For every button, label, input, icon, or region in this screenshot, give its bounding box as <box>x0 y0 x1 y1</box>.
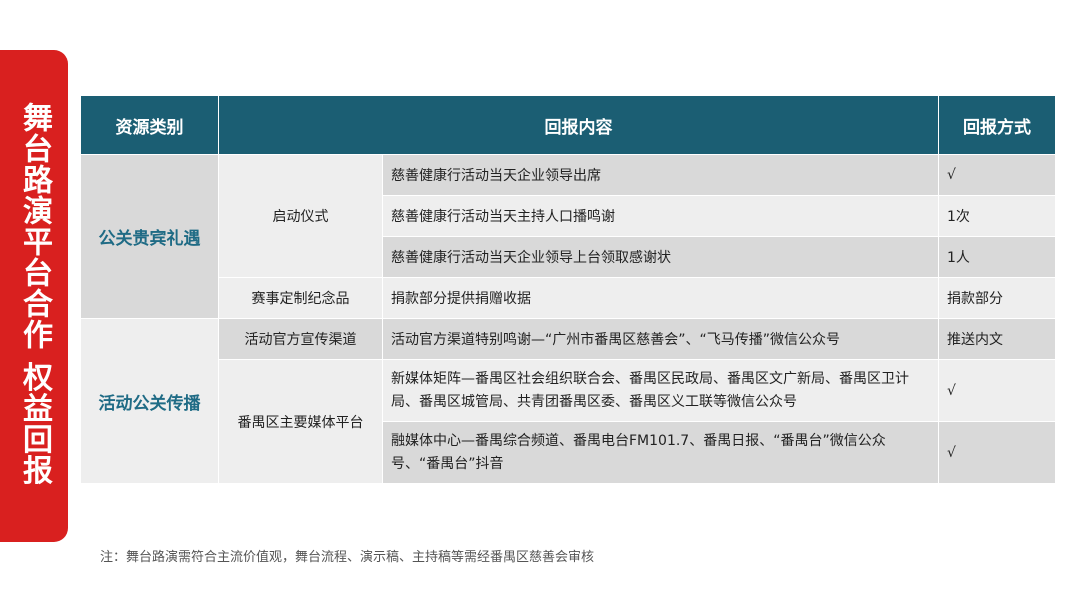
footnote: 注：舞台路演需符合主流价值观，舞台流程、演示稿、主持稿等需经番禺区慈善会审核 <box>100 550 595 565</box>
table-header-row: 资源类别 回报内容 回报方式 <box>80 95 1056 155</box>
header-resource-category: 资源类别 <box>80 95 219 155</box>
table-row: 活动公关传播 活动官方宣传渠道 活动官方渠道特别鸣谢—“广州市番禺区慈善会”、“… <box>80 318 1056 484</box>
method-cell: 捐款部分 <box>938 277 1056 319</box>
method-cell: 1人 <box>938 236 1056 278</box>
category-cell: 活动公关传播 <box>80 318 219 484</box>
header-return-content: 回报内容 <box>218 95 939 155</box>
method-cell: √ <box>938 421 1056 484</box>
content-cell: 慈善健康行活动当天企业领导出席 <box>382 154 939 196</box>
side-banner: 舞台路演平台合作 权益回报 <box>0 50 68 542</box>
content-cell: 慈善健康行活动当天主持人口播鸣谢 <box>382 195 939 237</box>
content-cell: 慈善健康行活动当天企业领导上台领取感谢状 <box>382 236 939 278</box>
side-title: 舞台路演平台合作 权益回报 <box>17 102 52 486</box>
benefits-table: 资源类别 回报内容 回报方式 公关贵宾礼遇 启动仪式 慈善健康行活动当天企业领导… <box>80 95 1056 484</box>
table-row: 公关贵宾礼遇 启动仪式 慈善健康行活动当天企业领导出席 √ <box>80 154 1056 319</box>
method-cell: 推送内文 <box>938 318 1056 360</box>
content-cell: 融媒体中心—番禺综合频道、番禺电台FM101.7、番禺日报、“番禺台”微信公众号… <box>382 421 939 484</box>
category-cell: 公关贵宾礼遇 <box>80 154 219 319</box>
subcategory-cell: 赛事定制纪念品 <box>218 277 383 319</box>
subcategory-cell: 番禺区主要媒体平台 <box>218 359 383 484</box>
subcategory-cell: 启动仪式 <box>218 154 383 278</box>
table-row: 番禺区主要媒体平台 新媒体矩阵—番禺区社会组织联合会、番禺区民政局、番禺区文广新… <box>81 359 1056 484</box>
table-row: 赛事定制纪念品 捐款部分提供捐赠收据 捐款部分 <box>81 277 1056 319</box>
method-cell: √ <box>938 359 1056 422</box>
method-cell: √ <box>938 154 1056 196</box>
content-cell: 捐款部分提供捐赠收据 <box>382 277 939 319</box>
content-cell: 活动官方渠道特别鸣谢—“广州市番禺区慈善会”、“飞马传播”微信公众号 <box>382 318 939 360</box>
method-cell: 1次 <box>938 195 1056 237</box>
header-return-method: 回报方式 <box>938 95 1056 155</box>
subcategory-cell: 活动官方宣传渠道 <box>218 318 383 360</box>
content-cell: 新媒体矩阵—番禺区社会组织联合会、番禺区民政局、番禺区文广新局、番禺区卫计局、番… <box>382 359 939 422</box>
